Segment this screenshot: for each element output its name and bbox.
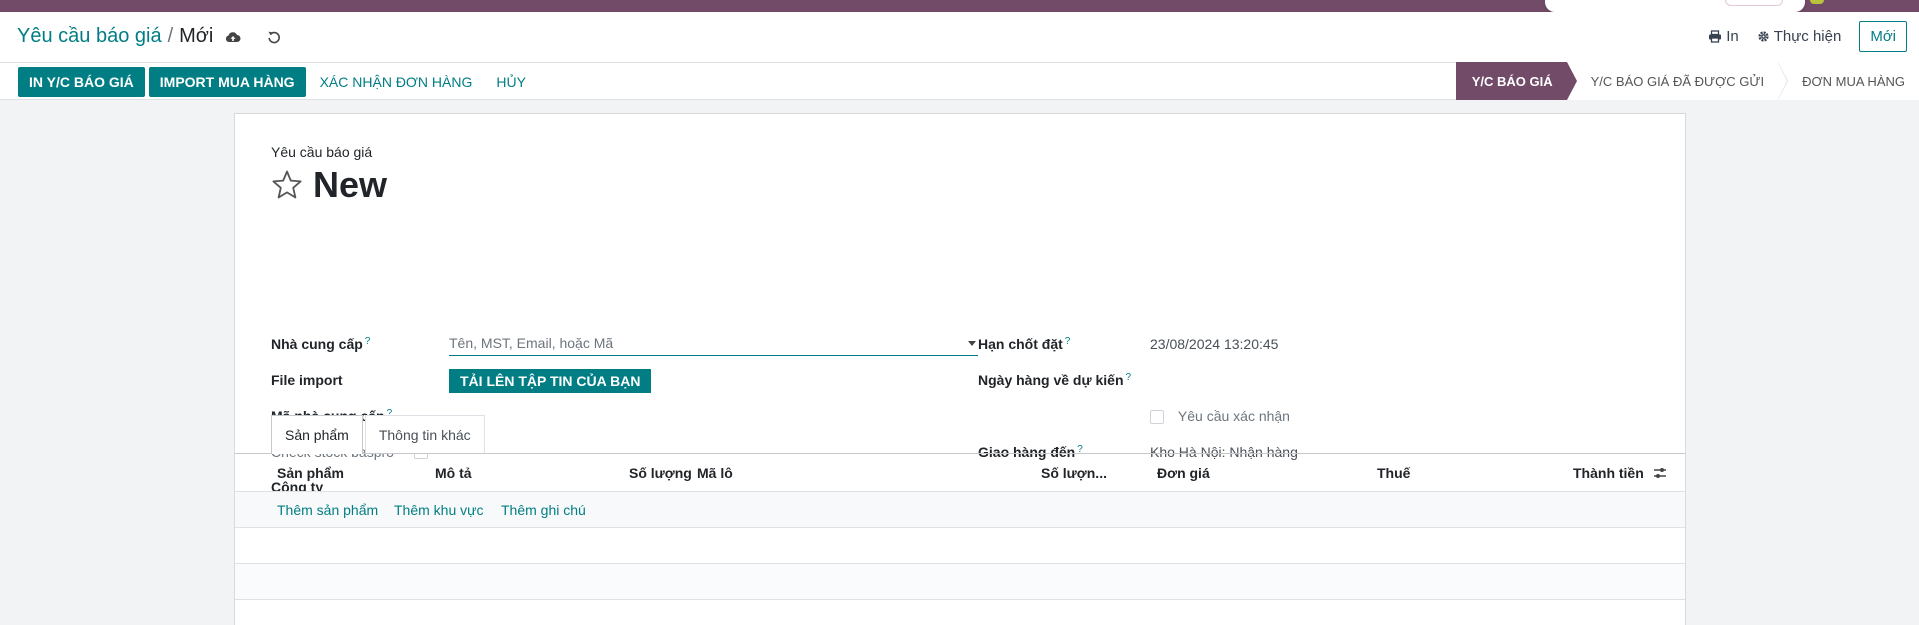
top-navbar-strip <box>0 0 1919 12</box>
vendor-label: Nhà cung cấp <box>271 336 363 352</box>
add-product-link[interactable]: Thêm sản phẩm <box>277 502 378 518</box>
help-icon[interactable]: ? <box>1126 372 1132 383</box>
statusbar: IN Y/C BÁO GIÁ IMPORT MUA HÀNG XÁC NHẬN … <box>0 62 1919 100</box>
print-label: In <box>1726 28 1739 45</box>
expected-arrival-label: Ngày hàng về dự kiến <box>978 372 1124 388</box>
status-dot <box>1810 0 1824 4</box>
print-rfq-button[interactable]: IN Y/C BÁO GIÁ <box>18 67 145 97</box>
help-icon[interactable]: ? <box>1065 336 1071 347</box>
action-menu-button[interactable]: Thực hiện <box>1757 28 1842 45</box>
file-import-label: File import <box>271 372 343 388</box>
breadcrumb-separator: / <box>167 25 174 47</box>
col-tax[interactable]: Thuế <box>1377 465 1410 481</box>
control-panel: Yêu cầu báo giá / Mới In Thực hiện Mới <box>0 12 1919 62</box>
record-name: New <box>313 164 388 205</box>
add-section-link[interactable]: Thêm khu vực <box>394 502 484 518</box>
deadline-label: Hạn chốt đặt <box>978 336 1063 352</box>
ask-confirm-checkbox[interactable] <box>1150 410 1164 425</box>
import-purchase-button[interactable]: IMPORT MUA HÀNG <box>148 67 306 97</box>
print-button[interactable]: In <box>1708 28 1739 45</box>
ask-confirm-field: Yêu cầu xác nhận <box>1150 408 1290 425</box>
table-row <box>235 528 1685 564</box>
col-quantity-received[interactable]: Số lượn... <box>1041 465 1107 481</box>
tab-other-info[interactable]: Thông tin khác <box>364 415 485 453</box>
vendor-field: Nhà cung cấp? <box>271 336 370 352</box>
upload-file-button[interactable]: TẢI LÊN TẬP TIN CỦA BẠN <box>449 369 652 393</box>
col-product[interactable]: Sản phẩm <box>277 465 344 481</box>
file-import-field: File import TẢI LÊN TẬP TIN CỦA BẠN <box>271 369 652 393</box>
order-lines-header: Sản phẩm Mô tả Số lượng Mã lô Số lượn...… <box>235 454 1685 492</box>
col-lot[interactable]: Mã lô <box>697 465 733 481</box>
status-pipeline: Y/C BÁO GIÁ Y/C BÁO GIÁ ĐÃ ĐƯỢC GỬI ĐƠN … <box>1455 62 1919 100</box>
expected-arrival-field: Ngày hàng về dự kiến? <box>978 372 1131 388</box>
deadline-value[interactable]: 23/08/2024 13:20:45 <box>1150 336 1278 352</box>
gear-icon <box>1758 31 1769 42</box>
statusbar-buttons: IN Y/C BÁO GIÁ IMPORT MUA HÀNG XÁC NHẬN … <box>18 67 536 97</box>
ask-confirm-label: Yêu cầu xác nhận <box>1177 408 1290 424</box>
table-row <box>235 564 1685 600</box>
printer-icon <box>1709 30 1722 43</box>
stage-purchase-order[interactable]: ĐƠN MUA HÀNG <box>1778 62 1919 100</box>
deadline-field: Hạn chốt đặt? 23/08/2024 13:20:45 <box>978 336 1278 352</box>
col-unit-price[interactable]: Đơn giá <box>1157 465 1210 481</box>
star-icon[interactable] <box>271 169 303 201</box>
notification-popup <box>1545 0 1805 12</box>
stage-rfq[interactable]: Y/C BÁO GIÁ <box>1455 62 1577 100</box>
popup-pill <box>1725 0 1783 6</box>
notebook-tabs: Sản phẩm Thông tin khác <box>271 415 487 454</box>
vendor-placeholder: Tên, MST, Email, hoặc Mã <box>449 335 614 351</box>
breadcrumb-parent[interactable]: Yêu cầu báo giá <box>17 25 162 47</box>
column-settings-icon[interactable] <box>1653 466 1667 480</box>
form-sheet: Yêu cầu báo giá New Nhà cung cấp? Tên, M… <box>234 113 1686 625</box>
action-label: Thực hiện <box>1773 28 1842 45</box>
chevron-down-icon[interactable] <box>968 341 976 346</box>
col-quantity[interactable]: Số lượng <box>629 465 692 481</box>
vendor-input[interactable]: Tên, MST, Email, hoặc Mã <box>449 332 978 356</box>
new-record-button[interactable]: Mới <box>1859 21 1907 52</box>
form-title: New <box>271 164 387 206</box>
help-icon[interactable]: ? <box>365 336 371 347</box>
undo-icon[interactable] <box>263 26 285 48</box>
control-panel-actions: In Thực hiện Mới <box>1708 21 1907 52</box>
cloud-upload-icon[interactable] <box>222 26 244 48</box>
stage-rfq-sent[interactable]: Y/C BÁO GIÁ ĐÃ ĐƯỢC GỬI <box>1566 62 1788 100</box>
col-subtotal[interactable]: Thành tiền <box>1573 465 1644 481</box>
cancel-button[interactable]: HỦY <box>486 67 536 97</box>
breadcrumb: Yêu cầu báo giá / Mới <box>17 25 213 48</box>
breadcrumb-current: Mới <box>179 25 214 47</box>
add-line-row: Thêm sản phẩm Thêm khu vực Thêm ghi chú <box>235 492 1685 528</box>
tab-products[interactable]: Sản phẩm <box>271 415 363 454</box>
confirm-order-button[interactable]: XÁC NHẬN ĐƠN HÀNG <box>310 67 483 97</box>
col-description[interactable]: Mô tả <box>435 465 472 481</box>
form-subtitle: Yêu cầu báo giá <box>271 144 373 160</box>
add-note-link[interactable]: Thêm ghi chú <box>501 502 586 518</box>
